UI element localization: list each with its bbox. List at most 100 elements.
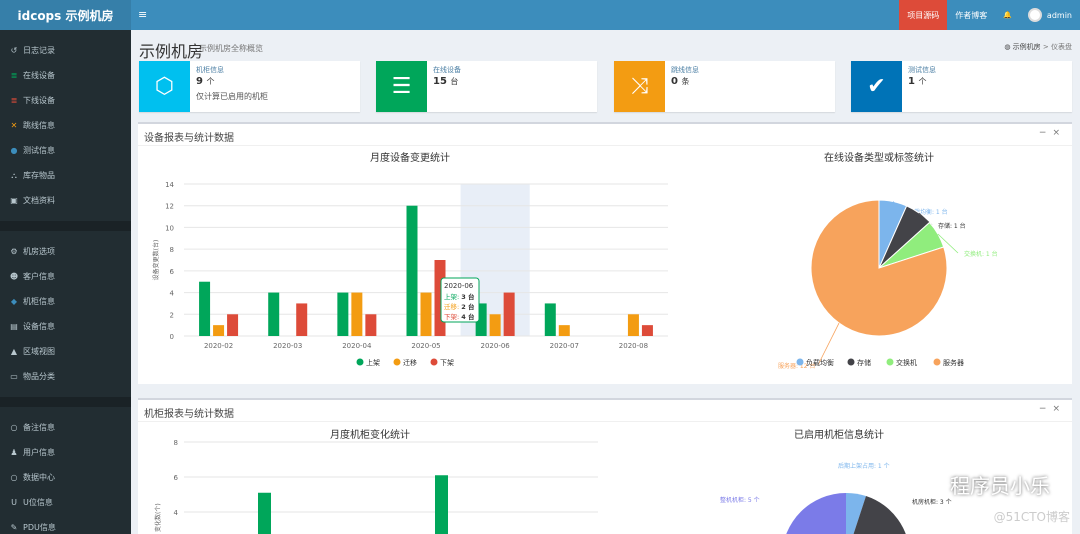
pie-label: 整机机柜: 5 个 (720, 496, 760, 504)
legend-label[interactable]: 负载均衡 (806, 358, 834, 367)
legend-marker[interactable] (796, 358, 804, 366)
legend-marker[interactable] (393, 358, 401, 366)
bar[interactable] (406, 205, 418, 336)
legend-label[interactable]: 上架 (366, 358, 380, 367)
legend-marker[interactable] (430, 358, 438, 366)
cube-icon: ⬡ (139, 61, 190, 112)
bar[interactable] (627, 314, 639, 336)
bar[interactable] (268, 292, 280, 336)
info-box-title: 跳线信息 (671, 66, 699, 74)
info-box-title: 测试信息 (908, 66, 936, 74)
book-icon: ▣ (10, 196, 18, 205)
sidebar-item[interactable]: ▲ 区域视图 (0, 339, 131, 364)
x-tick-label: 2020-08 (619, 342, 648, 350)
pie-label: 机房机柜: 3 个 (912, 498, 952, 506)
page-title: 示例机房 (139, 42, 204, 61)
sidebar-item[interactable]: ⚙ 机房选项 (0, 239, 131, 264)
sidebar-item[interactable]: ✎ PDU信息 (0, 515, 131, 534)
legend-label[interactable]: 交换机 (896, 358, 917, 367)
legend-marker[interactable] (847, 358, 855, 366)
info-box[interactable]: ⤨ 跳线信息 0 条 (614, 61, 835, 112)
sidebar-item[interactable]: ▭ 物品分类 (0, 364, 131, 389)
sidebar-item[interactable]: ♟ 用户信息 (0, 440, 131, 465)
info-box[interactable]: ⬡ 机柜信息 9 个仅计算已启用的机柜 (139, 61, 360, 112)
close-icon[interactable]: × (1052, 404, 1066, 414)
bar[interactable] (296, 303, 308, 336)
bar[interactable] (544, 303, 556, 336)
sidebar-item[interactable]: ○ 备注信息 (0, 415, 131, 440)
bell-icon[interactable]: 🔔 (995, 11, 1020, 19)
sidebar-item[interactable]: ≣ 下线设备 (0, 88, 131, 113)
info-box-unit: 个 (918, 77, 927, 86)
bar[interactable] (641, 325, 653, 336)
sidebar: ↺ 日志记录 ≣ 在线设备 ≣ 下线设备 ✕ 跳线信息 ● 测试信息 ⛬ 库存物品 ▣ 文档资料 ⚙ 机房选项… (0, 30, 131, 534)
bar[interactable] (351, 292, 363, 336)
bar[interactable] (489, 314, 501, 336)
users-icon: ☻ (9, 272, 19, 281)
info-box[interactable]: ☰ 在线设备 15 台 (376, 61, 597, 112)
legend-label[interactable]: 服务器 (943, 358, 964, 367)
sidebar-item[interactable]: ◆ 机柜信息 (0, 289, 131, 314)
sidebar-item-label: 在线设备 (23, 71, 55, 80)
app-logo[interactable]: idcops 示例机房 (0, 0, 131, 30)
tooltip-title: 2020-06 (444, 282, 474, 290)
y-tick-label: 4 (170, 290, 175, 298)
pie-slice[interactable] (782, 493, 846, 534)
legend-marker[interactable] (356, 358, 364, 366)
author-blog-link[interactable]: 作者博客 (947, 10, 995, 21)
bar[interactable] (199, 281, 211, 336)
sidebar-item[interactable]: ▤ 设备信息 (0, 314, 131, 339)
sidebar-item-label: 数据中心 (23, 473, 55, 482)
sidebar-item[interactable]: ⛬ 库存物品 (0, 163, 131, 188)
sidebar-item-label: 物品分类 (23, 372, 55, 381)
cube-icon: ◆ (10, 297, 18, 306)
legend-marker[interactable] (933, 358, 941, 366)
info-box[interactable]: ✔ 测试信息 1 个 (851, 61, 1072, 112)
bar[interactable] (435, 475, 448, 534)
sidebar-item[interactable]: ● 测试信息 (0, 138, 131, 163)
collapse-icon[interactable]: − (1039, 404, 1053, 414)
sidebar-item[interactable]: ○ 数据中心 (0, 465, 131, 490)
y-tick-label: 4 (174, 509, 179, 517)
bar[interactable] (337, 292, 349, 336)
bar[interactable] (420, 292, 432, 336)
legend-label[interactable]: 迁移 (403, 358, 417, 367)
info-box-value: 1 个 (908, 76, 926, 87)
bar[interactable] (258, 492, 271, 534)
legend-marker[interactable] (886, 358, 894, 366)
collapse-icon[interactable]: − (1039, 128, 1053, 138)
breadcrumb-home[interactable]: 示例机房 (1013, 43, 1041, 51)
plug-icon: ✎ (10, 523, 18, 532)
legend-label[interactable]: 存储 (857, 358, 871, 367)
bar[interactable] (365, 314, 377, 336)
project-source-button[interactable]: 项目源码 (899, 0, 948, 30)
bar[interactable] (503, 292, 515, 336)
info-box-number: 9 (196, 76, 203, 87)
legend-label[interactable]: 下架 (440, 359, 454, 367)
bar[interactable] (213, 325, 225, 336)
sidebar-item[interactable]: ☻ 客户信息 (0, 264, 131, 289)
close-icon[interactable]: × (1052, 128, 1066, 138)
tooltip-row: 下架: 4 台 (444, 312, 475, 321)
sidebar-item-label: 设备信息 (23, 322, 55, 331)
info-box-unit: 台 (450, 77, 459, 86)
rack-charts: 月度机柜变化统计 4 6 8 变化数(个) 已启用机柜信息统计 后期上架占用: 1 个… (154, 428, 952, 534)
sidebar-item[interactable]: ✕ 跳线信息 (0, 113, 131, 138)
y-tick-label: 0 (170, 333, 174, 341)
menu-toggle-icon[interactable]: ≡ (138, 8, 147, 21)
sidebar-item[interactable]: ≣ 在线设备 (0, 63, 131, 88)
bar[interactable] (227, 314, 239, 336)
x-tick-label: 2020-07 (550, 342, 579, 350)
dashboard-icon: ◍ (1004, 43, 1011, 51)
bar[interactable] (558, 325, 570, 336)
sidebar-item[interactable]: ▣ 文档资料 (0, 188, 131, 213)
tooltip-row: 上架: 3 台 (444, 292, 475, 301)
sidebar-item-label: 客户信息 (23, 272, 55, 281)
user-menu[interactable]: admin (1020, 8, 1080, 22)
sidebar-item[interactable]: U U位信息 (0, 490, 131, 515)
y-tick-label: 12 (165, 203, 174, 211)
top-navbar: idcops 示例机房 ≡ 项目源码 作者博客 🔔 admin (0, 0, 1080, 30)
sidebar-item-label: 机柜信息 (23, 297, 55, 306)
sidebar-item[interactable]: ↺ 日志记录 (0, 38, 131, 63)
y-tick-label: 2 (170, 311, 174, 319)
